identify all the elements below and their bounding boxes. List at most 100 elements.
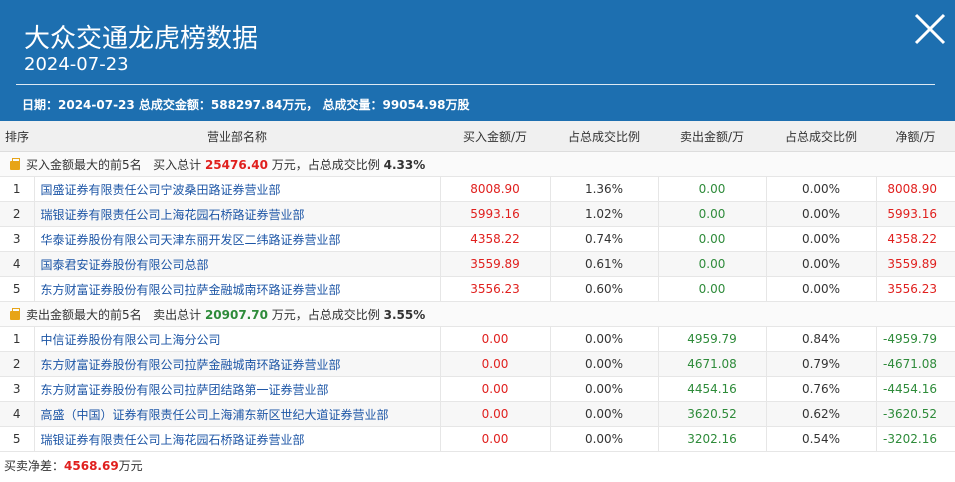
buy-amount: 0.00	[440, 376, 551, 402]
sell-section-header: 卖出金额最大的前5名 卖出总计 20907.70 万元，占总成交比例 3.55%	[0, 301, 955, 327]
row-rank: 4	[0, 401, 35, 427]
net-amount: -4671.08	[876, 351, 955, 377]
buy-total-value: 25476.40	[204, 157, 268, 172]
branch-link[interactable]: 高盛（中国）证券有限责任公司上海浦东新区世纪大道证券营业部	[34, 401, 441, 427]
buy-ratio: 0.00%	[550, 326, 659, 352]
sell-ratio: 0.84%	[766, 326, 877, 352]
dragon-tiger-table: 排序 营业部名称 买入金额/万 占总成交比例 卖出金额/万 占总成交比例 净额/…	[0, 121, 955, 452]
col-net: 净额/万	[876, 121, 955, 152]
buy-amount: 4358.22	[440, 226, 551, 252]
sell-ratio: 0.00%	[766, 226, 877, 252]
net-difference-label: 买卖净差：	[4, 459, 65, 473]
close-button[interactable]	[913, 12, 947, 46]
net-amount: 3559.89	[876, 251, 955, 277]
buy-ratio: 0.74%	[550, 226, 659, 252]
row-rank: 3	[0, 226, 35, 252]
sell-amount: 4454.16	[658, 376, 767, 402]
sell-ratio: 0.00%	[766, 251, 877, 277]
row-rank: 1	[0, 176, 35, 202]
sell-amount: 0.00	[658, 251, 767, 277]
briefcase-icon	[10, 307, 20, 320]
sell-amount: 0.00	[658, 201, 767, 227]
header-divider	[16, 84, 935, 85]
buy-section-header: 买入金额最大的前5名 买入总计 25476.40 万元，占总成交比例 4.33%	[0, 151, 955, 177]
table-row: 3 华泰证券股份有限公司天津东丽开发区二纬路证券营业部 4358.22 0.74% 0.…	[0, 226, 955, 252]
buy-amount: 0.00	[440, 326, 551, 352]
page-title: 大众交通龙虎榜数据	[24, 24, 259, 54]
buy-ratio: 1.02%	[550, 201, 659, 227]
table-row: 5 东方财富证券股份有限公司拉萨金融城南环路证券营业部 3556.23 0.60% 0.…	[0, 276, 955, 302]
page-date: 2024-07-23	[24, 54, 129, 75]
row-rank: 1	[0, 326, 35, 352]
sell-ratio: 0.62%	[766, 401, 877, 427]
buy-ratio: 0.61%	[550, 251, 659, 277]
table-row: 4 高盛（中国）证券有限责任公司上海浦东新区世纪大道证券营业部 0.00 0.00% 3…	[0, 401, 955, 427]
table-row: 4 国泰君安证券股份有限公司总部 3559.89 0.61% 0.00 0.00% 3559…	[0, 251, 955, 277]
branch-link[interactable]: 东方财富证券股份有限公司拉萨金融城南环路证券营业部	[34, 351, 441, 377]
sell-section-prefix: 卖出金额最大的前5名	[26, 307, 142, 322]
buy-amount: 0.00	[440, 351, 551, 377]
sell-total-label: 卖出总计	[153, 307, 202, 322]
branch-link[interactable]: 国盛证券有限责任公司宁波桑田路证券营业部	[34, 176, 441, 202]
col-buy-pct: 占总成交比例	[550, 121, 658, 152]
sell-amount: 0.00	[658, 226, 767, 252]
sell-total-value: 20907.70	[204, 307, 268, 322]
sell-ratio: 0.76%	[766, 376, 877, 402]
buy-unit-text: 万元，占总成交比例	[271, 157, 380, 172]
sell-unit-text: 万元，占总成交比例	[271, 307, 380, 322]
branch-link[interactable]: 国泰君安证券股份有限公司总部	[34, 251, 441, 277]
table-header-row: 排序 营业部名称 买入金额/万 占总成交比例 卖出金额/万 占总成交比例 净额/…	[0, 121, 955, 152]
buy-ratio: 0.00%	[550, 376, 659, 402]
net-amount: -3620.52	[876, 401, 955, 427]
row-rank: 2	[0, 201, 35, 227]
branch-link[interactable]: 瑞银证券有限责任公司上海花园石桥路证券营业部	[34, 201, 441, 227]
buy-ratio: 0.00%	[550, 401, 659, 427]
row-rank: 5	[0, 426, 35, 452]
sell-amount: 3202.16	[658, 426, 767, 452]
trade-summary: 日期：2024-07-23 总成交金额：588297.84万元， 总成交量：99…	[22, 98, 470, 112]
net-amount: -4454.16	[876, 376, 955, 402]
buy-ratio: 1.36%	[550, 176, 659, 202]
briefcase-icon	[10, 157, 20, 170]
table-row: 1 中信证券股份有限公司上海分公司 0.00 0.00% 4959.79 0.84% -49…	[0, 326, 955, 352]
branch-link[interactable]: 东方财富证券股份有限公司拉萨团结路第一证券营业部	[34, 376, 441, 402]
buy-section-prefix: 买入金额最大的前5名	[26, 157, 142, 172]
table-row: 2 瑞银证券有限责任公司上海花园石桥路证券营业部 5993.16 1.02% 0.00 0…	[0, 201, 955, 227]
buy-total-ratio: 4.33%	[383, 157, 426, 172]
col-sell: 卖出金额/万	[658, 121, 766, 152]
buy-amount: 8008.90	[440, 176, 551, 202]
net-amount: -3202.16	[876, 426, 955, 452]
net-amount: -4959.79	[876, 326, 955, 352]
buy-ratio: 0.60%	[550, 276, 659, 302]
sell-amount: 0.00	[658, 276, 767, 302]
branch-link[interactable]: 中信证券股份有限公司上海分公司	[34, 326, 441, 352]
net-difference-value: 4568.69	[64, 459, 119, 473]
buy-ratio: 0.00%	[550, 351, 659, 377]
sell-amount: 0.00	[658, 176, 767, 202]
sell-ratio: 0.54%	[766, 426, 877, 452]
buy-amount: 0.00	[440, 401, 551, 427]
sell-ratio: 0.00%	[766, 276, 877, 302]
net-amount: 3556.23	[876, 276, 955, 302]
col-buy: 买入金额/万	[440, 121, 550, 152]
sell-amount: 4959.79	[658, 326, 767, 352]
close-icon	[914, 13, 946, 45]
branch-link[interactable]: 东方财富证券股份有限公司拉萨金融城南环路证券营业部	[34, 276, 441, 302]
col-sell-pct: 占总成交比例	[766, 121, 876, 152]
col-rank: 排序	[0, 121, 34, 152]
buy-amount: 3559.89	[440, 251, 551, 277]
buy-amount: 3556.23	[440, 276, 551, 302]
branch-link[interactable]: 瑞银证券有限责任公司上海花园石桥路证券营业部	[34, 426, 441, 452]
table-row: 2 东方财富证券股份有限公司拉萨金融城南环路证券营业部 0.00 0.00% 4671.…	[0, 351, 955, 377]
branch-link[interactable]: 华泰证券股份有限公司天津东丽开发区二纬路证券营业部	[34, 226, 441, 252]
sell-amount: 3620.52	[658, 401, 767, 427]
sell-ratio: 0.00%	[766, 201, 877, 227]
col-branch: 营业部名称	[34, 121, 440, 152]
table-row: 5 瑞银证券有限责任公司上海花园石桥路证券营业部 0.00 0.00% 3202.16 0…	[0, 426, 955, 452]
row-rank: 4	[0, 251, 35, 277]
sell-amount: 4671.08	[658, 351, 767, 377]
sell-total-ratio: 3.55%	[383, 307, 426, 322]
net-difference-unit: 万元	[118, 459, 143, 473]
table-row: 3 东方财富证券股份有限公司拉萨团结路第一证券营业部 0.00 0.00% 4454.1…	[0, 376, 955, 402]
buy-amount: 5993.16	[440, 201, 551, 227]
